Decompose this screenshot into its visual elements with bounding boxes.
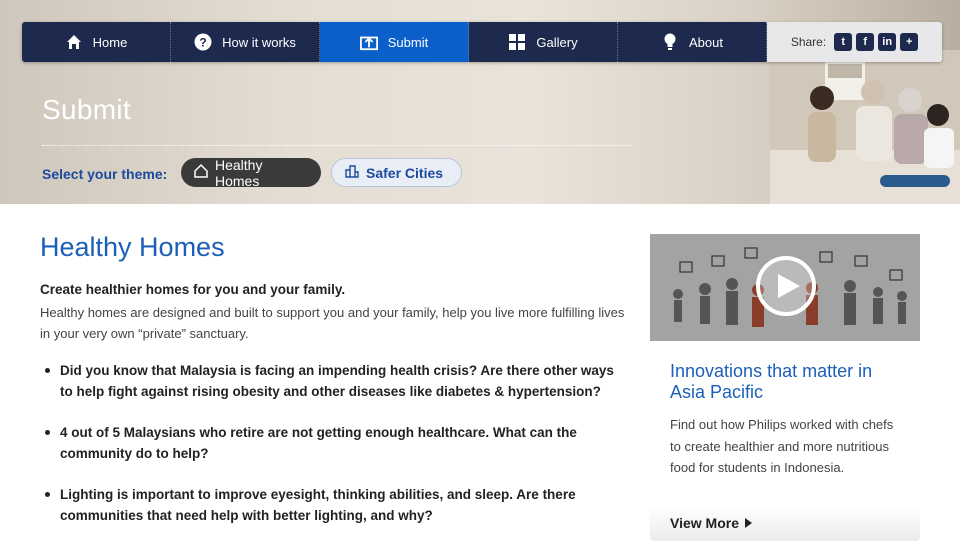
hero-divider: [42, 145, 632, 146]
home-icon: [65, 33, 83, 51]
nav-about-label: About: [689, 34, 723, 50]
video-thumbnail[interactable]: [650, 234, 920, 341]
share-bar: Share: t f in +: [767, 22, 942, 62]
lightbulb-icon: [661, 33, 679, 51]
house-outline-icon: [193, 163, 209, 182]
family-photo: [770, 50, 960, 204]
view-more-button[interactable]: View More: [650, 505, 920, 541]
nav-gallery[interactable]: Gallery: [469, 22, 618, 62]
facebook-icon[interactable]: f: [856, 33, 875, 51]
list-item-text: Lighting is important to improve eyesigh…: [60, 487, 576, 523]
nav-submit[interactable]: Submit: [320, 22, 469, 62]
video-illustration: [650, 234, 920, 341]
nav-about[interactable]: About: [618, 22, 767, 62]
svg-text:?: ?: [199, 36, 206, 50]
intro-heading: Create healthier homes for you and your …: [40, 282, 346, 297]
upload-icon: [359, 33, 378, 51]
theme-healthy-homes-button[interactable]: Healthy Homes: [181, 156, 321, 189]
view-more-label: View More: [670, 515, 739, 531]
card-text: Find out how Philips worked with chefs t…: [670, 417, 894, 475]
theme-safer-cities-label: Safer Cities: [366, 164, 444, 181]
city-icon: [344, 163, 360, 182]
nav-submit-label: Submit: [387, 34, 429, 50]
intro-text: Healthy homes are designed and built to …: [40, 305, 625, 341]
theme-safer-cities-button[interactable]: Safer Cities: [331, 158, 462, 187]
twitter-icon[interactable]: t: [834, 33, 853, 51]
share-label: Share:: [790, 35, 827, 49]
bullet-dot: [45, 492, 50, 497]
bullet-dot: [45, 368, 50, 373]
grid-icon: [508, 33, 526, 51]
list-item: Lighting is important to improve eyesigh…: [40, 484, 630, 526]
list-item: Did you know that Malaysia is facing an …: [40, 360, 630, 402]
nav-gallery-label: Gallery: [536, 34, 578, 50]
list-item-text: 4 out of 5 Malaysians who retire are not…: [60, 425, 577, 461]
plus-icon[interactable]: +: [900, 33, 919, 51]
linkedin-icon[interactable]: in: [878, 33, 897, 51]
question-icon: ?: [194, 33, 212, 51]
card-title[interactable]: Innovations that matter in Asia Pacific: [670, 361, 910, 403]
nav-how-it-works[interactable]: ? How it works: [171, 22, 320, 62]
main-nav: Home ? How it works Submit Gallery About…: [22, 22, 942, 62]
nav-home[interactable]: Home: [22, 22, 171, 62]
theme-label: Select your theme:: [42, 166, 168, 182]
list-item: 4 out of 5 Malaysians who retire are not…: [40, 422, 630, 464]
nav-home-label: Home: [92, 34, 128, 50]
section-title: Healthy Homes: [40, 232, 225, 262]
nav-how-it-works-label: How it works: [222, 34, 296, 50]
theme-healthy-homes-label: Healthy Homes: [215, 156, 263, 189]
bullet-dot: [45, 430, 50, 435]
question-list: Did you know that Malaysia is facing an …: [40, 360, 630, 546]
page-title: Submit: [42, 94, 131, 125]
chevron-right-icon: [745, 515, 752, 531]
list-item-text: Did you know that Malaysia is facing an …: [60, 363, 614, 399]
